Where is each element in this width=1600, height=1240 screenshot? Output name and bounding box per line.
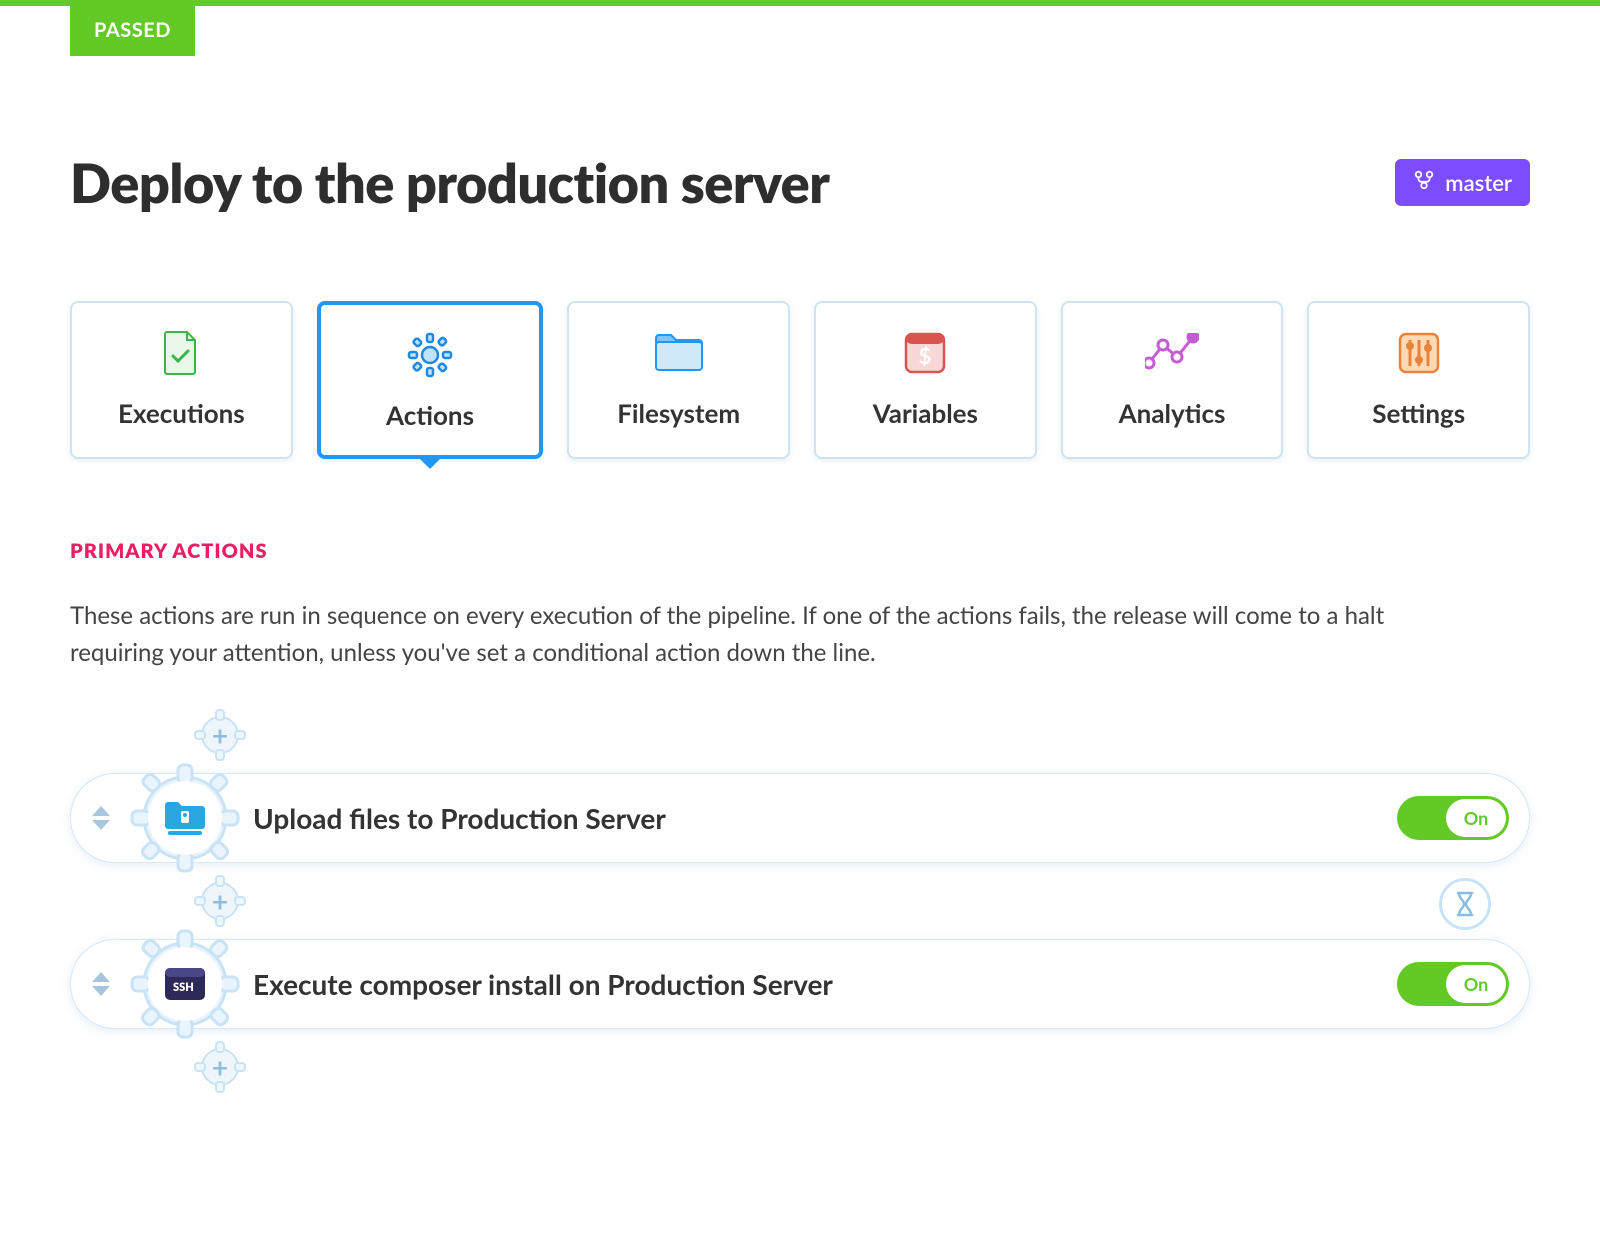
plus-icon: +	[192, 1039, 248, 1095]
analytics-icon	[1073, 331, 1272, 375]
tab-label: Settings	[1319, 397, 1518, 429]
section-label: PRIMARY ACTIONS	[70, 539, 1530, 563]
status-badge: PASSED	[70, 6, 195, 56]
tab-variables[interactable]: $ Variables	[814, 301, 1037, 459]
svg-text:$: $	[919, 342, 932, 369]
tab-label: Executions	[82, 397, 281, 429]
tab-label: Filesystem	[579, 397, 778, 429]
branch-badge[interactable]: master	[1395, 159, 1530, 206]
gear-icon	[331, 333, 530, 377]
add-action-button[interactable]: +	[192, 1039, 248, 1095]
tab-settings[interactable]: Settings	[1307, 301, 1530, 459]
folder-icon	[579, 331, 778, 375]
tab-label: Actions	[331, 399, 530, 431]
page-title: Deploy to the production server	[70, 150, 1375, 215]
tab-analytics[interactable]: Analytics	[1061, 301, 1284, 459]
section-description: These actions are run in sequence on eve…	[70, 597, 1470, 671]
ssh-terminal-icon: SSH	[162, 964, 208, 1004]
action-row[interactable]: SSH Execute composer install on Producti…	[70, 939, 1530, 1029]
action-toggle[interactable]: On	[1397, 796, 1509, 840]
plus-icon: +	[192, 707, 248, 763]
action-icon: SSH	[125, 924, 245, 1044]
page-header: Deploy to the production server master	[70, 150, 1530, 215]
sliders-icon	[1319, 331, 1518, 375]
tab-filesystem[interactable]: Filesystem	[567, 301, 790, 459]
action-row[interactable]: Upload files to Production Server On	[70, 773, 1530, 863]
action-icon	[125, 758, 245, 878]
upload-folder-icon	[162, 798, 208, 838]
toggle-knob: On	[1446, 799, 1506, 837]
wait-badge[interactable]	[1439, 878, 1491, 930]
svg-text:SSH: SSH	[173, 981, 194, 994]
tab-actions[interactable]: Actions	[317, 301, 544, 459]
tab-executions[interactable]: Executions	[70, 301, 293, 459]
toggle-knob: On	[1446, 965, 1506, 1003]
tabs: Executions Actions	[70, 301, 1530, 459]
dollar-icon: $	[826, 331, 1025, 375]
add-action-button[interactable]: +	[192, 873, 248, 929]
action-toggle[interactable]: On	[1397, 962, 1509, 1006]
file-check-icon	[82, 331, 281, 375]
drag-handle[interactable]	[71, 806, 131, 830]
action-title: Upload files to Production Server	[245, 801, 1397, 835]
top-accent-bar	[0, 0, 1600, 6]
add-action-button[interactable]: +	[192, 707, 248, 763]
arrow-up-icon	[92, 806, 110, 816]
plus-icon: +	[192, 873, 248, 929]
drag-handle[interactable]	[71, 972, 131, 996]
branch-icon	[1413, 169, 1435, 196]
arrow-up-icon	[92, 972, 110, 982]
arrow-down-icon	[92, 986, 110, 996]
tab-label: Variables	[826, 397, 1025, 429]
hourglass-icon	[1454, 891, 1476, 917]
arrow-down-icon	[92, 820, 110, 830]
branch-name: master	[1445, 169, 1512, 196]
action-title: Execute composer install on Production S…	[245, 967, 1397, 1001]
tab-label: Analytics	[1073, 397, 1272, 429]
